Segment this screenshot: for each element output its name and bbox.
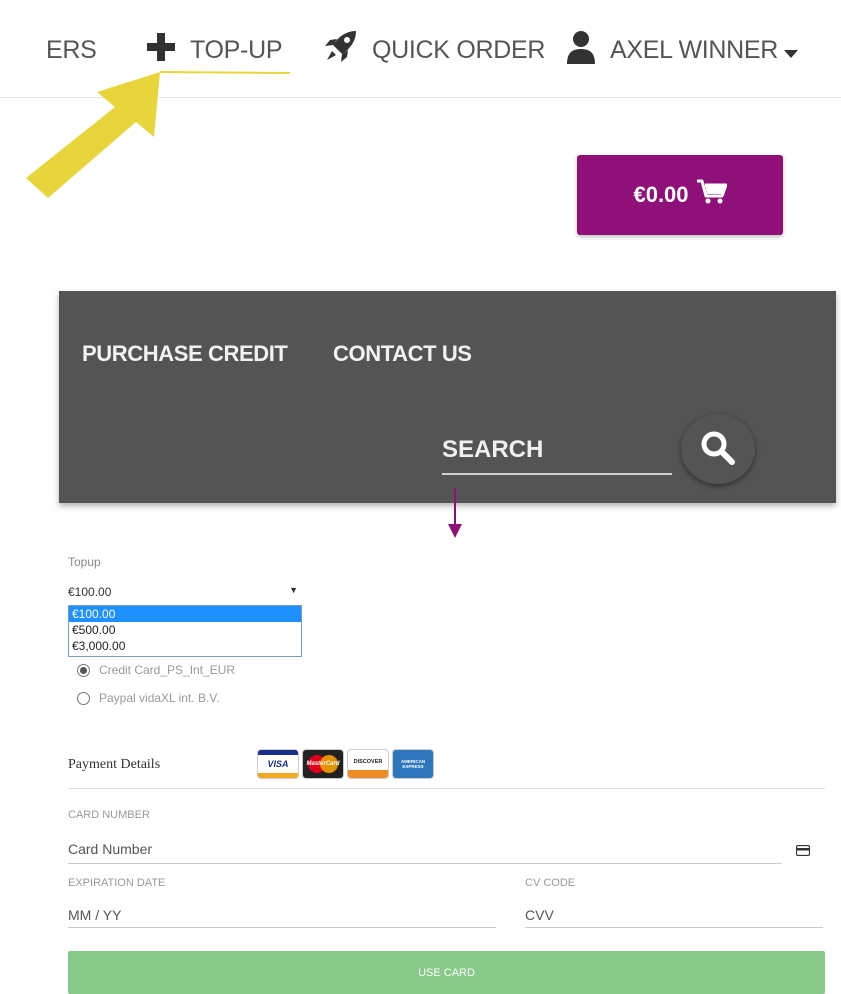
topup-option[interactable]: €3,000.00: [69, 638, 301, 654]
annotation-down-arrow-icon: [448, 488, 462, 538]
payment-details-title: Payment Details: [68, 757, 161, 772]
cart-icon: [689, 179, 728, 211]
caret-down-icon: [784, 36, 799, 65]
payment-method-credit-card[interactable]: Credit Card_PS_Int_EUR: [77, 663, 235, 677]
nav-quick-order-link[interactable]: QUICK ORDER: [322, 30, 545, 70]
discover-logo-text: DISCOVER: [353, 759, 383, 765]
topup-option[interactable]: €500.00: [69, 622, 301, 638]
amex-logo-text: AMERICAN EXPRESS: [400, 759, 426, 769]
search-icon: [700, 430, 736, 469]
user-menu-toggle[interactable]: AXEL WINNER: [566, 30, 799, 71]
cv-code-label: CV CODE: [525, 877, 576, 889]
card-number-input[interactable]: [68, 834, 782, 864]
annotation-arrow-icon: [26, 71, 291, 198]
payment-method-label: Paypal vidaXL int. B.V.: [99, 691, 220, 705]
cart-button[interactable]: €0.00: [577, 155, 783, 235]
search-field-wrapper: [442, 427, 672, 475]
radio-button-checked[interactable]: [77, 663, 90, 677]
card-logos: VISA MasterCard DISCOVER AMERICAN EXPRES…: [258, 750, 433, 778]
search-input[interactable]: [442, 427, 672, 473]
mastercard-logo-text: MasterCard: [306, 761, 340, 767]
user-icon: [566, 30, 596, 71]
mastercard-logo-icon: MasterCard: [303, 750, 343, 778]
topup-select[interactable]: €100.00 ▼: [68, 582, 302, 602]
topup-option[interactable]: €100.00: [69, 606, 301, 622]
topup-selected-value: €100.00: [68, 585, 112, 599]
card-number-label: CARD NUMBER: [68, 809, 150, 821]
cart-total: €0.00: [633, 182, 689, 207]
payment-method-label: Credit Card_PS_Int_EUR: [99, 663, 236, 677]
payment-method-paypal[interactable]: Paypal vidaXL int. B.V.: [77, 691, 220, 705]
visa-logo-icon: VISA: [258, 750, 298, 778]
search-button[interactable]: [681, 414, 755, 484]
expiration-date-label: EXPIRATION DATE: [68, 877, 166, 889]
main-menu-bar: PURCHASE CREDIT CONTACT US: [59, 291, 836, 503]
rocket-icon: [322, 29, 358, 72]
menu-contact-us-link[interactable]: CONTACT US: [333, 341, 472, 367]
use-card-button[interactable]: USE CARD: [68, 951, 825, 994]
dropdown-caret-icon: ▼: [289, 585, 298, 595]
amex-logo-icon: AMERICAN EXPRESS: [393, 750, 433, 778]
topup-label: Topup: [68, 555, 101, 569]
visa-logo-text: VISA: [267, 759, 289, 769]
cvv-input[interactable]: [525, 902, 823, 928]
topup-dropdown-list: €100.00 €500.00 €3,000.00: [68, 605, 302, 657]
divider: [68, 788, 825, 789]
user-name-label: AXEL WINNER: [610, 35, 779, 64]
menu-purchase-credit-link[interactable]: PURCHASE CREDIT: [82, 341, 288, 367]
radio-button[interactable]: [77, 691, 90, 705]
discover-logo-icon: DISCOVER: [348, 750, 388, 778]
nav-quick-order-label: QUICK ORDER: [372, 35, 546, 64]
credit-card-icon: [795, 843, 811, 861]
expiration-date-input[interactable]: [68, 902, 496, 928]
